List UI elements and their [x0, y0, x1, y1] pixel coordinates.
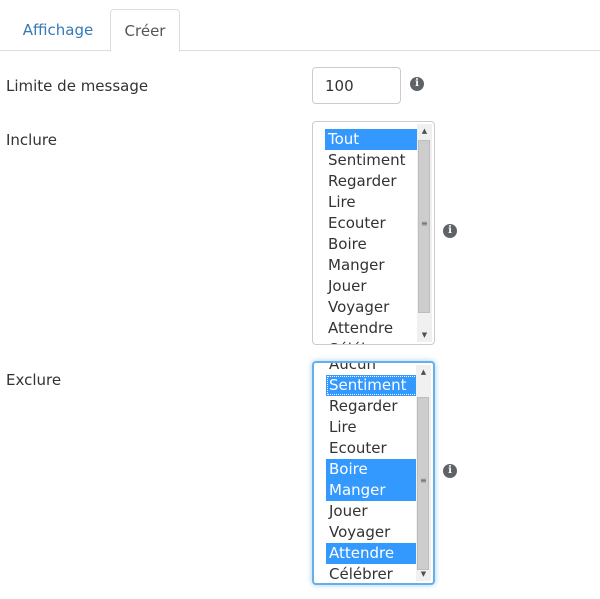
list-option[interactable]: Manger: [326, 480, 420, 501]
list-option[interactable]: Lire: [325, 192, 419, 213]
scroll-up-icon[interactable]: ▲: [417, 124, 432, 138]
list-option[interactable]: Jouer: [326, 501, 420, 522]
include-listbox[interactable]: Tout Sentiment Regarder Lire Ecouter Boire Man…: [312, 121, 435, 345]
list-option[interactable]: Regarder: [325, 171, 419, 192]
exclude-listbox[interactable]: Aucun Sentiment Regarder Lire Ecouter Boire Ma…: [312, 361, 435, 585]
include-label: Inclure: [6, 131, 57, 149]
list-option[interactable]: Voyager: [325, 297, 419, 318]
include-scroll-thumb[interactable]: ≡: [418, 140, 430, 313]
info-icon[interactable]: i: [443, 224, 457, 238]
tab-bar: Affichage Créer: [0, 0, 600, 52]
tab-creer[interactable]: Créer: [110, 9, 180, 52]
list-option[interactable]: Boire: [326, 459, 420, 480]
list-option[interactable]: Ecouter: [326, 438, 420, 459]
list-option[interactable]: Jouer: [325, 276, 419, 297]
list-option[interactable]: Attendre: [326, 543, 420, 564]
list-option[interactable]: Sentiment: [325, 150, 419, 171]
list-option[interactable]: Tout: [325, 129, 419, 150]
list-option[interactable]: Ecouter: [325, 213, 419, 234]
list-option[interactable]: Sentiment: [326, 375, 420, 396]
grip-icon: ≡: [420, 476, 427, 485]
exclude-scroll-thumb[interactable]: ≡: [417, 397, 429, 570]
include-scrollbar[interactable]: ▲ ≡ ▼: [417, 124, 432, 342]
scroll-down-icon[interactable]: ▼: [416, 567, 431, 581]
message-limit-input[interactable]: [312, 67, 401, 104]
message-limit-label: Limite de message: [6, 77, 149, 95]
list-option[interactable]: Boire: [325, 234, 419, 255]
list-option[interactable]: Voyager: [326, 522, 420, 543]
list-option[interactable]: Manger: [325, 255, 419, 276]
info-icon[interactable]: i: [443, 464, 457, 478]
exclude-label: Exclure: [6, 371, 62, 389]
include-options: Tout Sentiment Regarder Lire Ecouter Boire Man…: [325, 129, 419, 344]
list-option[interactable]: Lire: [326, 417, 420, 438]
scroll-up-icon[interactable]: ▲: [416, 365, 431, 379]
list-option[interactable]: Attendre: [325, 318, 419, 339]
exclude-options: Aucun Sentiment Regarder Lire Ecouter Boire Ma…: [326, 363, 420, 583]
scroll-down-icon[interactable]: ▼: [417, 328, 432, 342]
list-option[interactable]: Aucun: [326, 363, 420, 375]
list-option[interactable]: Célébrer: [325, 339, 419, 344]
list-option[interactable]: Regarder: [326, 396, 420, 417]
grip-icon: ≡: [421, 219, 428, 228]
tab-affichage[interactable]: Affichage: [8, 9, 108, 51]
list-option[interactable]: Célébrer: [326, 564, 420, 583]
exclude-scrollbar[interactable]: ▲ ≡ ▼: [416, 365, 431, 581]
info-icon[interactable]: i: [410, 77, 424, 91]
